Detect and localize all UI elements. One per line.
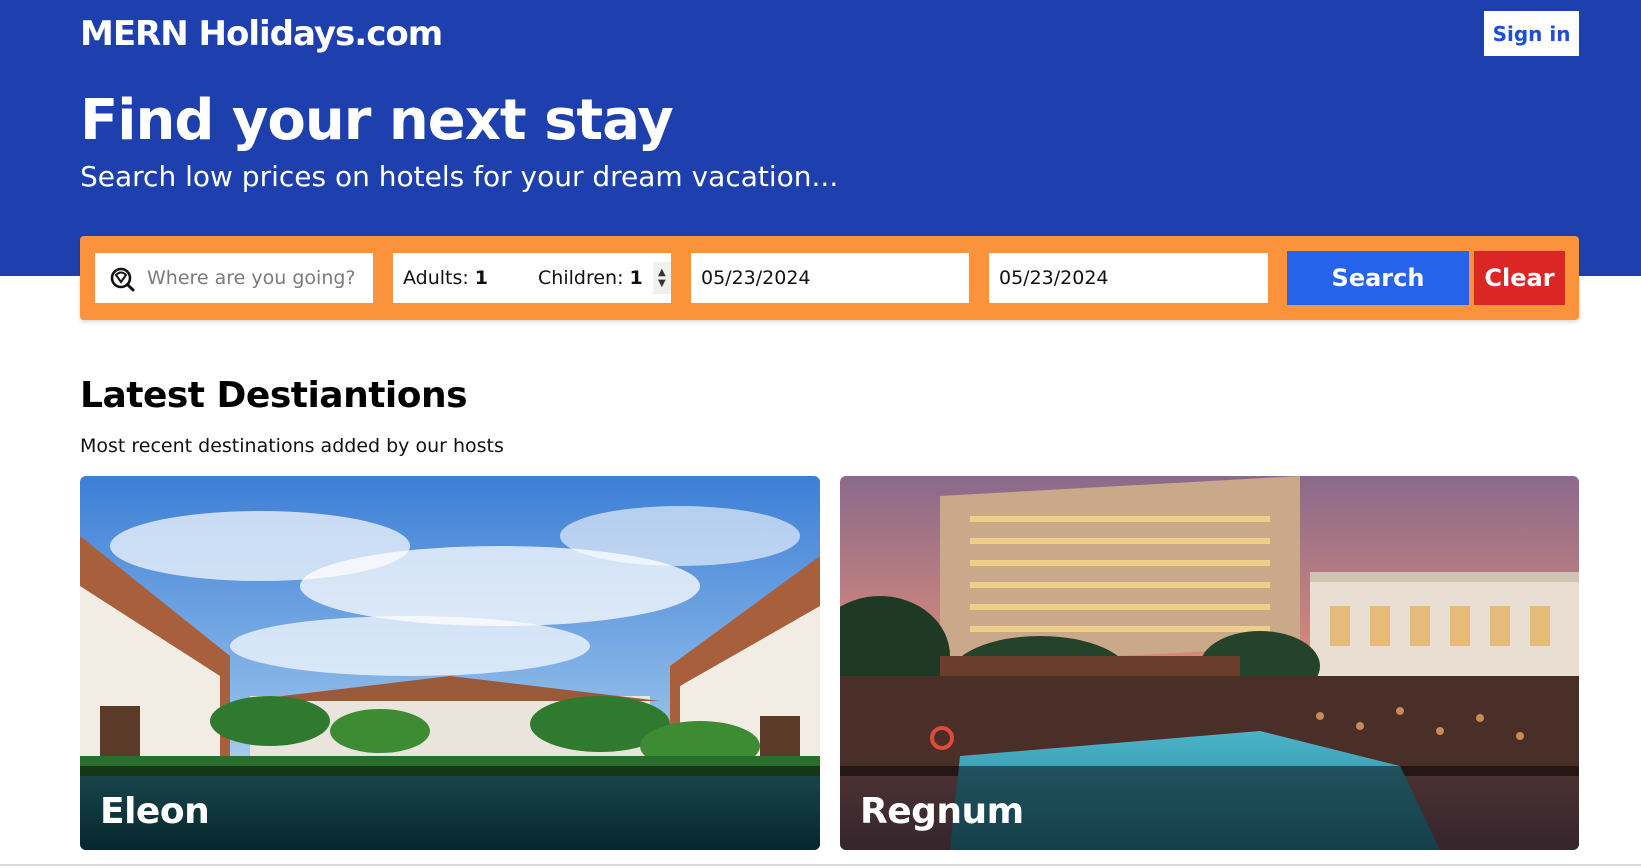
destination-input[interactable] (147, 267, 367, 289)
check-out-date-field[interactable]: 05/23/2024 (989, 253, 1268, 303)
destination-card-eleon[interactable]: Eleon (80, 476, 820, 850)
check-in-date-field[interactable]: 05/23/2024 (691, 253, 969, 303)
check-out-date[interactable]: 05/23/2024 (999, 267, 1109, 289)
sign-in-button[interactable]: Sign in (1484, 11, 1579, 56)
search-bar: Adults: 1 Children: 1 ▲▼ 05/23/2024 05/2… (80, 236, 1579, 320)
page-divider (0, 864, 1641, 866)
clear-button[interactable]: Clear (1474, 251, 1565, 305)
guests-field[interactable]: Adults: 1 Children: 1 ▲ ▼ (393, 253, 671, 303)
adults-value[interactable]: 1 (475, 267, 488, 289)
destination-name: Eleon (100, 791, 210, 832)
destination-card-regnum[interactable]: Regnum (840, 476, 1579, 850)
adults-label: Adults: (403, 267, 469, 289)
latest-destinations-subtitle: Most recent destinations added by our ho… (80, 435, 504, 457)
spinner-arrows-icon[interactable]: ▲ ▼ (652, 262, 671, 294)
site-logo[interactable]: MERN Holidays.com (80, 14, 443, 54)
search-location-icon (110, 267, 135, 292)
destination-field[interactable] (95, 253, 373, 303)
children-label: Children: (538, 267, 624, 289)
latest-destinations-title: Latest Destiantions (80, 375, 468, 416)
hero-title: Find your next stay (80, 88, 674, 153)
search-button[interactable]: Search (1287, 251, 1469, 305)
destination-name: Regnum (860, 791, 1024, 832)
hero-subtitle: Search low prices on hotels for your dre… (80, 160, 839, 193)
check-in-date[interactable]: 05/23/2024 (701, 267, 811, 289)
children-value[interactable]: 1 (630, 267, 643, 289)
